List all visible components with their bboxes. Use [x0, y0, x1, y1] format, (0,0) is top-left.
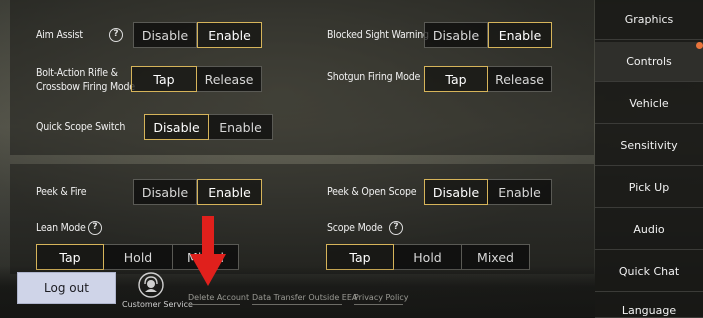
sidebar-item-sensitivity[interactable]: Sensitivity: [595, 126, 703, 166]
quick-scope-enable-option[interactable]: Enable: [209, 114, 273, 140]
customer-service-link[interactable]: Customer Service: [122, 300, 193, 309]
help-icon[interactable]: ?: [389, 221, 403, 235]
help-icon[interactable]: ?: [88, 221, 102, 235]
peek-open-scope-enable-option[interactable]: Enable: [488, 179, 552, 205]
peek-open-scope-toggle: Disable Enable: [424, 179, 552, 205]
privacy-policy-link[interactable]: Privacy Policy: [354, 293, 409, 305]
shotgun-tap-option[interactable]: Tap: [424, 66, 488, 92]
data-transfer-link[interactable]: Data Transfer Outside EEA: [252, 293, 357, 305]
peek-fire-label: Peek & Fire: [36, 186, 87, 198]
bolt-action-label-line1: Bolt-Action Rifle &: [36, 67, 118, 79]
blocked-sight-enable-option[interactable]: Enable: [488, 22, 552, 48]
blocked-sight-disable-option[interactable]: Disable: [424, 22, 488, 48]
sidebar-item-audio[interactable]: Audio: [595, 210, 703, 250]
delete-account-link[interactable]: Delete Account: [188, 293, 249, 305]
aim-assist-toggle: Disable Enable: [133, 22, 262, 48]
sidebar-item-pick-up[interactable]: Pick Up: [595, 168, 703, 208]
blocked-sight-label: Blocked Sight Warning: [327, 29, 429, 41]
peek-fire-disable-option[interactable]: Disable: [133, 179, 197, 205]
notification-dot: [696, 42, 703, 49]
bolt-action-release-option[interactable]: Release: [197, 66, 262, 92]
aim-assist-enable-option[interactable]: Enable: [197, 22, 262, 48]
headset-icon[interactable]: [138, 272, 164, 298]
red-down-arrow: [190, 216, 226, 286]
quick-scope-toggle: Disable Enable: [144, 114, 273, 140]
peek-open-scope-disable-option[interactable]: Disable: [424, 179, 488, 205]
sidebar-item-vehicle[interactable]: Vehicle: [595, 84, 703, 124]
sidebar-item-controls[interactable]: Controls: [595, 42, 703, 82]
quick-scope-label: Quick Scope Switch: [36, 121, 126, 133]
shotgun-label: Shotgun Firing Mode: [327, 71, 421, 83]
scope-mode-label: Scope Mode: [327, 222, 383, 234]
bolt-action-tap-option[interactable]: Tap: [131, 66, 197, 92]
logout-button[interactable]: Log out: [17, 272, 116, 304]
peek-open-scope-label: Peek & Open Scope: [327, 186, 417, 198]
sidebar-item-graphics[interactable]: Graphics: [595, 0, 703, 40]
quick-scope-disable-option[interactable]: Disable: [144, 114, 209, 140]
settings-sidebar: Graphics Controls Vehicle Sensitivity Pi…: [595, 0, 703, 318]
blocked-sight-toggle: Disable Enable: [424, 22, 552, 48]
sidebar-item-quick-chat[interactable]: Quick Chat: [595, 252, 703, 292]
shotgun-release-option[interactable]: Release: [488, 66, 552, 92]
sidebar-item-language[interactable]: Language: [595, 294, 703, 318]
lean-mode-label: Lean Mode: [36, 222, 86, 234]
bolt-action-toggle: Tap Release: [131, 66, 262, 92]
shotgun-toggle: Tap Release: [424, 66, 552, 92]
help-icon[interactable]: ?: [109, 28, 123, 42]
peek-fire-toggle: Disable Enable: [133, 179, 262, 205]
bolt-action-label-line2: Crossbow Firing Mode: [36, 81, 135, 93]
aim-assist-disable-option[interactable]: Disable: [133, 22, 197, 48]
aim-assist-label: Aim Assist: [36, 29, 83, 41]
peek-fire-enable-option[interactable]: Enable: [197, 179, 262, 205]
